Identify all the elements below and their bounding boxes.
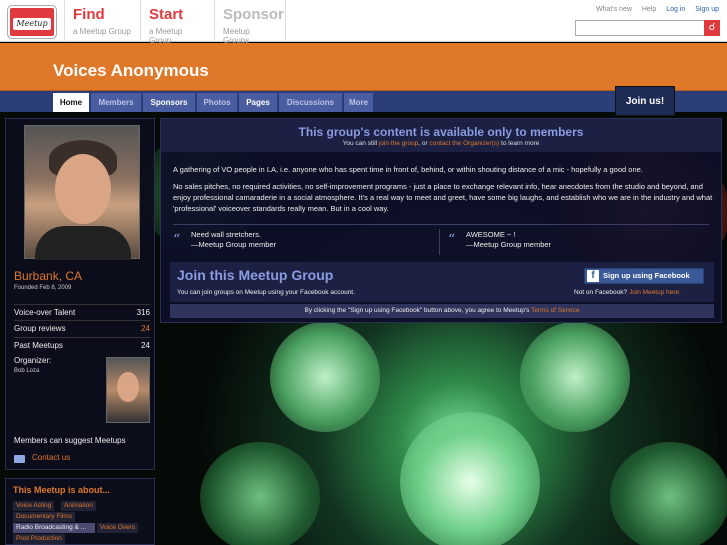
- quote-separator: [439, 229, 440, 255]
- quote-text: Need wall stretchers.: [191, 230, 262, 239]
- facebook-icon: f: [587, 270, 599, 282]
- stat-members-label: Voice-over Talent: [14, 308, 76, 317]
- top-links: What's new Help Log in Sign up: [588, 6, 719, 13]
- member-quote: AWESOME ~ ! —Meetup Group member: [466, 230, 551, 250]
- join-group-box: Join this Meetup Group You can join grou…: [170, 262, 714, 302]
- login-link[interactable]: Log in: [666, 6, 685, 13]
- stat-reviews-value: 24: [141, 324, 150, 333]
- topics-title: This Meetup is about...: [13, 485, 111, 495]
- tab-pages[interactable]: Pages: [239, 93, 278, 112]
- topic-tag[interactable]: Post Production: [13, 534, 65, 544]
- nav-sponsor[interactable]: Sponsor Meetup Groups: [214, 0, 286, 45]
- join-group-subtitle: You can join groups on Meetup using your…: [177, 289, 355, 296]
- topic-tag[interactable]: Radio Broadcasting & ...: [13, 523, 95, 533]
- member-quote: Need wall stretchers. —Meetup Group memb…: [191, 230, 276, 250]
- suggest-meetups-text: Members can suggest Meetups: [14, 436, 126, 445]
- facebook-signup-button[interactable]: f Sign up using Facebook: [584, 268, 704, 284]
- meetup-logo[interactable]: Meetup: [8, 6, 56, 38]
- join-group-link[interactable]: join the group: [379, 140, 418, 147]
- tab-more[interactable]: More: [344, 93, 374, 112]
- nav-find-sub: a Meetup Group: [73, 27, 131, 36]
- stat-reviews[interactable]: Group reviews 24: [14, 320, 150, 333]
- contact-organizer-link[interactable]: contact the Organizer(s): [430, 140, 500, 147]
- divider: [173, 224, 709, 225]
- nav-start-title: Start: [149, 6, 184, 23]
- topic-tag[interactable]: Voice Acting: [13, 501, 55, 511]
- nav-find-title: Find: [73, 6, 105, 23]
- terms-notice: By clicking the "Sign up using Facebook"…: [170, 304, 714, 318]
- tab-members[interactable]: Members: [91, 93, 142, 112]
- organizer-avatar[interactable]: [106, 357, 150, 423]
- tab-discussions[interactable]: Discussions: [279, 93, 343, 112]
- tab-photos[interactable]: Photos: [197, 93, 238, 112]
- group-title[interactable]: Voices Anonymous: [53, 61, 209, 81]
- main-panel: This group's content is available only t…: [160, 118, 722, 323]
- stat-past-meetups-label: Past Meetups: [14, 341, 63, 350]
- topics-box: This Meetup is about... Voice Acting Ani…: [5, 478, 155, 545]
- stat-past-meetups[interactable]: Past Meetups 24: [14, 337, 150, 350]
- site-header: Meetup Find a Meetup Group Start a Meetu…: [0, 0, 727, 45]
- members-only-title: This group's content is available only t…: [298, 125, 584, 139]
- join-group-title: Join this Meetup Group: [177, 267, 334, 283]
- not-on-facebook: Not on Facebook? Join Meetup here.: [574, 289, 681, 296]
- quote-author: —Meetup Group member: [466, 240, 552, 249]
- stat-members-value: 316: [136, 308, 150, 317]
- tab-sponsors[interactable]: Sponsors: [143, 93, 196, 112]
- members-only-subtitle: You can still join the group, or contact…: [342, 140, 540, 147]
- group-description: No sales pitches, no required activities…: [173, 182, 713, 213]
- group-city[interactable]: Burbank, CA: [14, 269, 82, 283]
- join-meetup-link[interactable]: Join Meetup here.: [629, 289, 681, 296]
- stat-past-meetups-value: 24: [141, 341, 150, 350]
- stat-members[interactable]: Voice-over Talent 316: [14, 304, 150, 317]
- group-sidebar: Burbank, CA Founded Feb 8, 2009 Voice-ov…: [5, 118, 155, 470]
- organizer-name[interactable]: Bob Loza: [14, 368, 39, 374]
- quote-icon: “: [448, 232, 456, 248]
- founded-date: Founded Feb 8, 2009: [14, 285, 72, 291]
- nav-find[interactable]: Find a Meetup Group: [64, 0, 140, 42]
- group-description-intro: A gathering of VO people in LA, i.e. any…: [173, 165, 643, 174]
- help-link[interactable]: Help: [642, 6, 656, 13]
- members-only-notice: This group's content is available only t…: [161, 119, 721, 152]
- envelope-icon: [14, 455, 25, 463]
- nav-start[interactable]: Start a Meetup Group: [140, 0, 214, 45]
- signup-link[interactable]: Sign up: [695, 6, 719, 13]
- quote-icon: “: [173, 232, 181, 248]
- search-input[interactable]: [575, 20, 705, 36]
- whats-new-link[interactable]: What's new: [596, 6, 632, 13]
- group-banner: Voices Anonymous: [0, 43, 727, 91]
- group-photo[interactable]: [24, 125, 140, 260]
- quote-author: —Meetup Group member: [191, 240, 277, 249]
- terms-of-service-link[interactable]: Terms of Service: [531, 307, 579, 314]
- search-icon[interactable]: ☌: [704, 20, 720, 36]
- topic-tag[interactable]: Documentary Films: [13, 512, 75, 522]
- stat-reviews-label: Group reviews: [14, 324, 66, 333]
- tab-home[interactable]: Home: [53, 93, 90, 112]
- organizer-label: Organizer:: [14, 356, 52, 365]
- quote-text: AWESOME ~ !: [466, 230, 516, 239]
- topic-tag[interactable]: Animation: [61, 501, 96, 511]
- nav-sponsor-title: Sponsor: [223, 6, 284, 23]
- topic-tag[interactable]: Voice Overs: [97, 523, 139, 533]
- join-us-button[interactable]: Join us!: [615, 86, 675, 116]
- contact-us-link[interactable]: Contact us: [32, 453, 70, 462]
